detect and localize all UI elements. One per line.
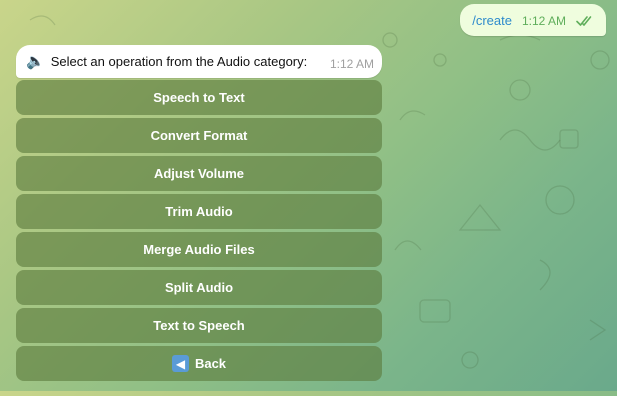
back-button[interactable]: ◀ Back [16,346,382,381]
message-time: 1:12 AM [521,14,566,28]
command-link[interactable]: /create [472,13,512,28]
button-label: Convert Format [150,128,248,143]
trim-audio-button[interactable]: Trim Audio [16,194,382,229]
button-label: Speech to Text [153,90,245,105]
double-check-icon [576,15,594,27]
merge-audio-files-button[interactable]: Merge Audio Files [16,232,382,267]
split-audio-button[interactable]: Split Audio [16,270,382,305]
message-text: Select an operation from the Audio categ… [50,54,308,69]
back-arrow-icon: ◀ [171,355,189,372]
speaker-icon: 🔈 [26,53,45,70]
speech-to-text-button[interactable]: Speech to Text [16,80,382,115]
text-to-speech-button[interactable]: Text to Speech [16,308,382,343]
incoming-message: 🔈 Select an operation from the Audio cat… [16,45,382,78]
button-label: Adjust Volume [153,166,245,181]
button-label: Text to Speech [153,318,245,333]
message-time: 1:12 AM [329,56,374,71]
button-label: Trim Audio [165,204,233,219]
adjust-volume-button[interactable]: Adjust Volume [16,156,382,191]
inline-keyboard: Speech to Text Convert Format Adjust Vol… [16,80,382,384]
button-label: Merge Audio Files [143,242,255,257]
button-label: Split Audio [164,280,234,295]
button-label: Back [194,356,227,371]
convert-format-button[interactable]: Convert Format [16,118,382,153]
outgoing-message: /create 1:12 AM [460,4,606,36]
